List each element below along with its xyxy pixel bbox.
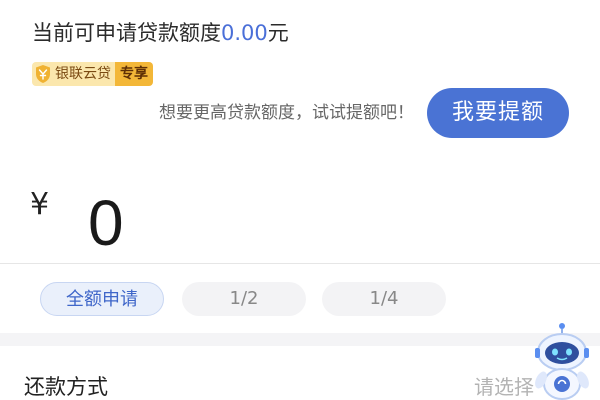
available-quota-unit: 元 [267, 21, 289, 45]
loan-amount-input[interactable]: 0 [88, 184, 488, 262]
available-quota-amount: 0.00 [221, 21, 268, 45]
option-quarter-amount[interactable]: 1/4 [322, 282, 446, 316]
currency-symbol: ¥ [30, 187, 50, 222]
unionpay-cloud-loan-badge: 银联云贷 专享 [32, 62, 153, 86]
divider [0, 263, 600, 264]
section-separator [0, 333, 600, 346]
badge-exclusive-tag: 专享 [115, 62, 153, 86]
option-full-amount[interactable]: 全额申请 [40, 282, 164, 316]
available-quota-label: 当前可申请贷款额度 [32, 21, 221, 45]
available-quota-line: 当前可申请贷款额度0.00元 [32, 18, 289, 48]
badge-brand: 银联云贷 [32, 62, 115, 86]
badge-brand-label: 银联云贷 [55, 66, 111, 82]
repayment-method-label: 还款方式 [24, 375, 108, 399]
shield-icon [36, 65, 50, 83]
loan-application-page: 当前可申请贷款额度0.00元 银联云贷 专享 想要更高贷款额度，试试提额吧！ 我… [0, 0, 600, 400]
robot-assistant-icon[interactable] [522, 318, 600, 400]
repayment-method-row[interactable]: 还款方式 请选择 [0, 346, 600, 400]
raise-quota-hint: 想要更高贷款额度，试试提额吧！ [159, 103, 414, 123]
option-half-amount[interactable]: 1/2 [182, 282, 306, 316]
raise-quota-button[interactable]: 我要提额 [427, 88, 569, 138]
